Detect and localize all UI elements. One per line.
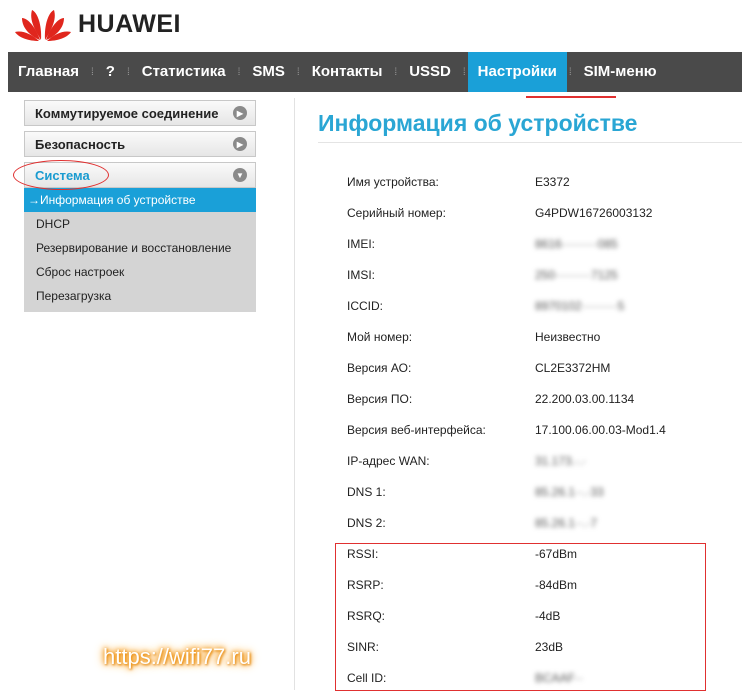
info-row: IMSI: 250·········7125	[347, 259, 707, 290]
info-label: Версия АО:	[347, 360, 412, 375]
info-value: 22.200.03.00.1134	[535, 391, 635, 406]
info-label: Мой номер:	[347, 329, 413, 344]
chevron-down-icon: ▼	[233, 168, 247, 182]
nav-sms[interactable]: SMS	[242, 52, 295, 92]
nav-statistics[interactable]: Статистика	[132, 52, 236, 92]
info-row: DNS 2: 85.26.1··.·7	[347, 507, 707, 538]
sidebar-section-label: Коммутируемое соединение	[35, 105, 219, 121]
info-value: 85.26.1··.·33	[535, 484, 604, 499]
info-value: 17.100.06.00.03-Mod1.4	[535, 422, 666, 437]
info-row: IMEI: 8616·········085	[347, 228, 707, 259]
info-value: 250·········7125	[535, 267, 618, 282]
huawei-flower-icon	[15, 10, 71, 41]
info-value: 85.26.1··.·7	[535, 515, 598, 530]
nav-separator: ⁞	[462, 66, 466, 78]
nav-settings[interactable]: Настройки	[467, 52, 567, 92]
nav-separator: ⁞	[126, 66, 130, 78]
sidebar-item-factory-reset[interactable]: Сброс настроек	[24, 260, 256, 284]
info-value: 8970102·········5	[535, 298, 625, 313]
nav-separator: ⁞	[394, 66, 398, 78]
nav-ussd[interactable]: USSD	[399, 52, 461, 92]
nav-sim-menu[interactable]: SIM-меню	[574, 52, 667, 92]
top-navbar: Главная ⁞ ? ⁞ Статистика ⁞ SMS ⁞ Контакт…	[8, 52, 742, 92]
info-value: CL2E3372HM	[535, 360, 611, 375]
sidebar-section-label: Безопасность	[35, 136, 126, 152]
chevron-right-icon: ▶	[233, 137, 247, 151]
nav-separator: ⁞	[91, 66, 94, 78]
info-row: Версия ПО: 22.200.03.00.1134	[347, 383, 707, 414]
info-label: IMEI:	[347, 236, 376, 251]
content-divider	[294, 98, 295, 690]
nav-separator: ⁞	[568, 66, 572, 78]
info-row: Мой номер: Неизвестно	[347, 321, 707, 352]
info-row: Серийный номер: G4PDW16726003132	[347, 197, 707, 228]
nav-help[interactable]: ?	[96, 52, 125, 92]
info-value: Неизвестно	[535, 329, 601, 344]
info-value: 31.173.·.·	[535, 453, 587, 468]
sidebar-item-reboot[interactable]: Перезагрузка	[24, 284, 256, 308]
info-row: Имя устройства: E3372	[347, 166, 707, 197]
signal-highlight-box	[335, 543, 706, 691]
info-value: E3372	[535, 174, 570, 189]
sidebar-subitems: →Информация об устройстве DHCP Резервиро…	[24, 188, 256, 312]
sidebar: Коммутируемое соединение ▶ Безопасность …	[24, 100, 256, 312]
brand-name: HUAWEI	[78, 9, 181, 38]
nav-separator: ⁞	[237, 66, 241, 78]
info-row: IP-адрес WAN: 31.173.·.·	[347, 445, 707, 476]
watermark: https://wifi77.ru	[103, 644, 251, 669]
info-row: Версия АО: CL2E3372HM	[347, 352, 707, 383]
annotation-circle	[13, 160, 109, 190]
sidebar-item-dhcp[interactable]: DHCP	[24, 212, 256, 236]
sidebar-item-device-info[interactable]: →Информация об устройстве	[24, 188, 256, 212]
info-label: Версия ПО:	[347, 391, 413, 406]
arrow-right-icon: →	[28, 193, 40, 207]
info-label: IP-адрес WAN:	[347, 453, 430, 468]
sidebar-section-dialup[interactable]: Коммутируемое соединение ▶	[24, 100, 256, 126]
info-label: IMSI:	[347, 267, 376, 282]
info-value: G4PDW16726003132	[535, 205, 653, 220]
sidebar-item-backup-restore[interactable]: Резервирование и восстановление	[24, 236, 256, 260]
info-label: DNS 1:	[347, 484, 386, 499]
info-label: Имя устройства:	[347, 174, 439, 189]
nav-separator: ⁞	[296, 66, 300, 78]
info-label: Серийный номер:	[347, 205, 446, 220]
title-divider	[318, 142, 742, 143]
info-value: 8616·········085	[535, 236, 618, 251]
page-title: Информация об устройстве	[318, 110, 638, 136]
nav-home[interactable]: Главная	[8, 52, 89, 92]
nav-contacts[interactable]: Контакты	[302, 52, 393, 92]
info-row: ICCID: 8970102·········5	[347, 290, 707, 321]
info-row: DNS 1: 85.26.1··.·33	[347, 476, 707, 507]
info-row: Версия веб-интерфейса: 17.100.06.00.03-Mo…	[347, 414, 707, 445]
sidebar-section-security[interactable]: Безопасность ▶	[24, 131, 256, 157]
sidebar-item-label: Информация об устройстве	[40, 193, 196, 207]
info-label: ICCID:	[347, 298, 383, 313]
chevron-right-icon: ▶	[233, 106, 247, 120]
huawei-logo: HUAWEI	[14, 6, 181, 42]
active-tab-underline	[526, 96, 616, 98]
info-label: DNS 2:	[347, 515, 386, 530]
info-label: Версия веб-интерфейса:	[347, 422, 486, 437]
